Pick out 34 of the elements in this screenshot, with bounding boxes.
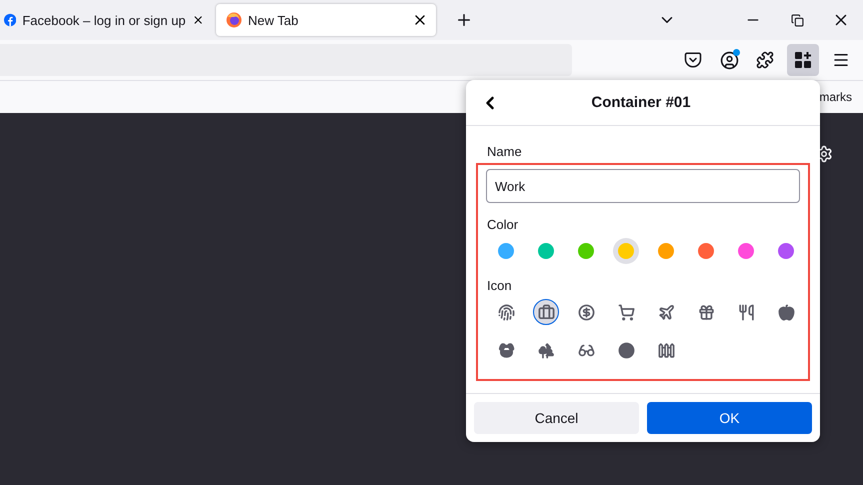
glasses-icon [578, 342, 594, 359]
new-tab-icon[interactable] [455, 11, 473, 29]
browser-tab[interactable]: Facebook – log in or sign up [0, 4, 212, 36]
cart-icon [618, 304, 634, 321]
account-icon[interactable] [720, 50, 738, 70]
plane-icon [658, 304, 674, 321]
utensils-icon [738, 304, 754, 321]
gift-icon [698, 304, 714, 321]
bookmarks-label: marks [819, 90, 852, 104]
menu-icon[interactable] [832, 51, 850, 69]
icon-option[interactable] [533, 299, 559, 326]
name-label: Name [487, 144, 523, 160]
pocket-icon[interactable] [684, 51, 702, 69]
name-field[interactable]: Work [486, 169, 800, 204]
dollar-icon [578, 304, 594, 321]
cancel-button[interactable]: Cancel [474, 402, 639, 434]
color-option[interactable] [613, 238, 639, 264]
facebook-icon [4, 12, 16, 28]
fence-icon [658, 342, 674, 359]
containers-button[interactable] [787, 44, 819, 76]
color-label: Color [487, 217, 520, 232]
circle-icon [618, 342, 634, 359]
fingerprint-icon [498, 304, 514, 321]
grid-plus-icon [794, 51, 812, 69]
ok-button[interactable]: OK [647, 402, 812, 434]
popup-title: Container #01 [590, 94, 692, 112]
icon-label: Icon [487, 278, 513, 294]
tree-icon [538, 342, 554, 359]
puzzle-icon[interactable] [756, 51, 774, 69]
briefcase-icon [538, 304, 554, 321]
browser-logo-icon [226, 12, 242, 28]
restore-icon[interactable] [790, 14, 804, 26]
browser-tab[interactable]: New Tab [216, 4, 436, 36]
apple-icon [778, 304, 794, 321]
